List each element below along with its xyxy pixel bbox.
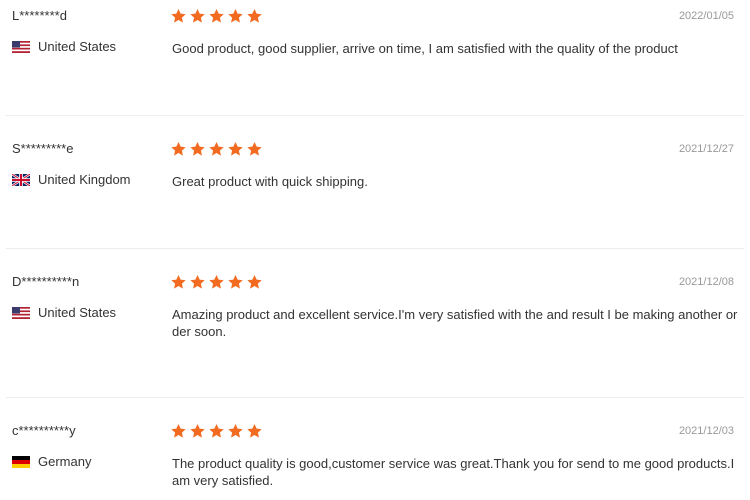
star-icon [228,9,243,23]
star-rating [170,8,265,24]
germany-flag-icon [12,456,30,468]
reviewer-country: United States [12,39,116,55]
star-icon [228,142,243,156]
reviewer-country: United States [12,305,116,321]
country-label: United States [38,39,117,54]
reviewer-country: Germany [12,454,91,470]
reviewer-name: c**********y [12,423,76,438]
star-rating [170,423,265,439]
us-flag-icon [12,41,30,53]
star-icon [209,9,224,23]
reviewer-name: S*********e [12,141,74,156]
country-label: United Kingdom [38,172,131,187]
star-icon [228,275,243,289]
reviewer-name: L********d [12,8,67,23]
reviewer-name: D**********n [12,274,80,289]
star-icon [209,275,224,289]
star-icon [190,275,205,289]
divider [6,115,744,116]
star-icon [171,9,186,23]
star-icon [247,275,262,289]
star-rating [170,141,265,157]
divider [6,248,744,249]
review-date: 2021/12/27 [678,143,734,155]
star-icon [209,424,224,438]
reviewer-country: United Kingdom [12,172,131,188]
star-icon [171,142,186,156]
star-icon [190,9,205,23]
us-flag-icon [12,307,30,319]
star-rating [170,274,265,290]
star-icon [190,424,205,438]
uk-flag-icon [12,174,30,186]
star-icon [228,424,243,438]
review-date: 2022/01/05 [678,10,734,22]
country-label: United States [38,305,117,320]
review-date: 2021/12/08 [678,276,734,288]
review-text: Amazing product and excellent service.I'… [172,307,738,339]
review-text: Good product, good supplier, arrive on t… [172,41,678,56]
star-icon [209,142,224,156]
star-icon [190,142,205,156]
star-icon [247,424,262,438]
star-icon [171,275,186,289]
star-icon [171,424,186,438]
review-text: The product quality is good,customer ser… [172,456,735,488]
star-icon [247,142,262,156]
divider [6,397,744,398]
review-date: 2021/12/03 [678,425,734,437]
review-text: Great product with quick shipping. [172,174,368,189]
country-label: Germany [38,454,92,469]
star-icon [247,9,262,23]
